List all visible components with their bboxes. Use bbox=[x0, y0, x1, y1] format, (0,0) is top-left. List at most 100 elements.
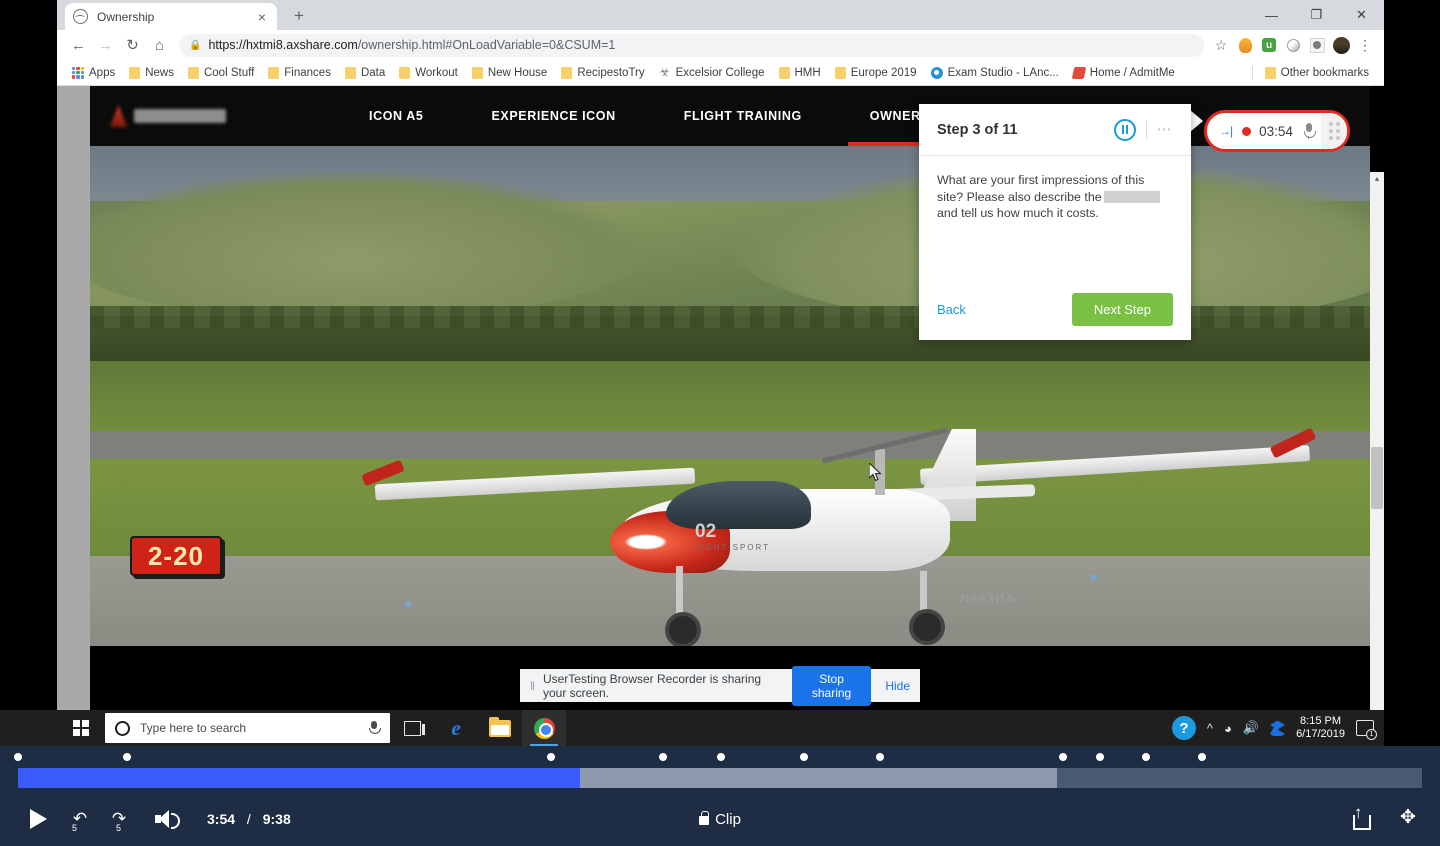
timeline-marker[interactable] bbox=[547, 753, 555, 761]
bookmark-label: Cool Stuff bbox=[204, 67, 254, 79]
drag-handle-icon[interactable] bbox=[1321, 113, 1347, 149]
address-bar[interactable]: 🔒 https://hxtmi8.axshare.com/ownership.h… bbox=[179, 34, 1204, 57]
help-question-icon[interactable]: ? bbox=[1172, 716, 1196, 740]
extension-square-icon[interactable] bbox=[1306, 34, 1328, 56]
volume-icon[interactable]: 🔊 bbox=[1243, 720, 1259, 736]
bookmark-data[interactable]: Data bbox=[338, 67, 392, 79]
bookmark-news[interactable]: News bbox=[122, 67, 181, 79]
home-icon[interactable]: ⌂ bbox=[146, 32, 173, 59]
bookmark-europe-2019[interactable]: Europe 2019 bbox=[828, 67, 924, 79]
microphone-icon[interactable] bbox=[1302, 123, 1316, 139]
timeline-marker[interactable] bbox=[876, 753, 884, 761]
timeline-marker[interactable] bbox=[659, 753, 667, 761]
timeline-marker[interactable] bbox=[123, 753, 131, 761]
back-icon[interactable]: ← bbox=[65, 32, 92, 59]
hero-hotspot-dot[interactable] bbox=[405, 601, 412, 608]
extension-ublock-icon[interactable]: u bbox=[1258, 34, 1280, 56]
timeline-marker[interactable] bbox=[1142, 753, 1150, 761]
timeline-marker[interactable] bbox=[1198, 753, 1206, 761]
aircraft-class-label: LIGHT SPORT bbox=[695, 543, 770, 552]
nav-link-flight-training[interactable]: FLIGHT TRAINING bbox=[650, 86, 836, 146]
bookmark-excelsior-college[interactable]: ☣ Excelsior College bbox=[652, 67, 772, 79]
new-tab-button[interactable]: + bbox=[287, 5, 311, 27]
apps-grid-icon bbox=[72, 67, 84, 79]
hide-button[interactable]: Hide bbox=[885, 679, 910, 693]
back-button[interactable]: Back bbox=[937, 302, 966, 317]
bookmark-apps[interactable]: Apps bbox=[65, 67, 122, 79]
timeline-scrubber[interactable] bbox=[18, 768, 1422, 788]
page-scrollbar[interactable]: ▲ ▼ bbox=[1370, 172, 1384, 710]
next-step-button[interactable]: Next Step bbox=[1072, 293, 1173, 326]
video-frame[interactable]: Ownership × + — ❐ ✕ ← → ↻ ⌂ 🔒 https://hx… bbox=[0, 0, 1440, 746]
scrollbar-thumb[interactable] bbox=[1371, 447, 1383, 509]
forward-icon[interactable]: → bbox=[92, 32, 119, 59]
bookmark-workout[interactable]: Workout bbox=[392, 67, 465, 79]
task-view-button[interactable] bbox=[390, 710, 434, 746]
timeline-marker[interactable] bbox=[14, 753, 22, 761]
tab-title: Ownership bbox=[97, 10, 255, 24]
bookmark-label: Excelsior College bbox=[676, 67, 765, 79]
other-bookmarks[interactable]: Other bookmarks bbox=[1258, 67, 1376, 79]
bookmark-exam-studio[interactable]: Exam Studio - LAnc... bbox=[924, 67, 1066, 79]
taskbar-clock[interactable]: 8:15 PM 6/17/2019 bbox=[1296, 715, 1345, 741]
fullscreen-icon[interactable]: ✥ bbox=[1400, 808, 1422, 830]
system-tray: ? ^ ◕ 🔊 8:15 PM 6/17/2019 1 bbox=[1172, 715, 1384, 741]
close-icon[interactable]: × bbox=[255, 10, 269, 24]
drag-handle-icon[interactable]: ‖ bbox=[530, 679, 533, 693]
taskbar-app-edge[interactable]: e bbox=[434, 710, 478, 746]
mouse-cursor-icon bbox=[869, 463, 883, 482]
taskbar-search-input[interactable]: Type here to search bbox=[105, 713, 390, 743]
video-player-controls: ↶ 5 ↷ 5 3:54 / 9:38 Clip ✥ bbox=[0, 746, 1440, 846]
extension-flame-icon[interactable] bbox=[1234, 34, 1256, 56]
timeline-marker[interactable] bbox=[1096, 753, 1104, 761]
action-center-icon[interactable]: 1 bbox=[1356, 720, 1374, 736]
taskbar-app-chrome[interactable] bbox=[522, 710, 566, 746]
exam-studio-icon bbox=[931, 67, 943, 79]
timeline-marker[interactable] bbox=[800, 753, 808, 761]
reload-icon[interactable]: ↻ bbox=[119, 32, 146, 59]
divider bbox=[1146, 121, 1147, 139]
timeline-marker[interactable] bbox=[1059, 753, 1067, 761]
stop-sharing-button[interactable]: Stop sharing bbox=[792, 666, 872, 706]
pause-icon[interactable] bbox=[1114, 119, 1136, 141]
microphone-icon[interactable] bbox=[368, 721, 380, 736]
bookmark-label: Exam Studio - LAnc... bbox=[948, 67, 1059, 79]
recorder-pill[interactable]: →| 03:54 bbox=[1204, 110, 1350, 152]
bookmark-label: RecipestoTry bbox=[577, 67, 644, 79]
bookmark-recipes-to-try[interactable]: RecipestoTry bbox=[554, 67, 651, 79]
bookmark-finances[interactable]: Finances bbox=[261, 67, 338, 79]
taskbar-app-file-explorer[interactable] bbox=[478, 710, 522, 746]
chrome-menu-icon[interactable]: ⋮ bbox=[1354, 34, 1376, 56]
profile-avatar[interactable] bbox=[1330, 34, 1352, 56]
show-hidden-icons-icon[interactable]: ^ bbox=[1207, 721, 1213, 736]
nav-link-experience-icon[interactable]: EXPERIENCE ICON bbox=[457, 86, 649, 146]
timeline-marker[interactable] bbox=[717, 753, 725, 761]
dropbox-icon[interactable] bbox=[1270, 721, 1285, 736]
bookmark-home-admitme[interactable]: Home / AdmitMe bbox=[1066, 67, 1182, 79]
extension-circle-icon[interactable] bbox=[1282, 34, 1304, 56]
more-options-icon[interactable]: ⋯ bbox=[1157, 126, 1174, 134]
minimize-button[interactable]: — bbox=[1249, 0, 1294, 30]
scroll-up-icon[interactable]: ▲ bbox=[1370, 172, 1384, 186]
start-button[interactable] bbox=[57, 710, 105, 746]
main-gear bbox=[920, 571, 927, 615]
close-window-button[interactable]: ✕ bbox=[1339, 0, 1384, 30]
file-explorer-icon bbox=[489, 720, 511, 737]
nav-link-icon-a5[interactable]: ICON A5 bbox=[335, 86, 457, 146]
bookmark-label: HMH bbox=[795, 67, 821, 79]
browser-toolbar: ← → ↻ ⌂ 🔒 https://hxtmi8.axshare.com/own… bbox=[57, 30, 1384, 60]
runway-sign: 2-20 bbox=[130, 536, 222, 576]
collapse-right-icon[interactable]: →| bbox=[1219, 124, 1232, 138]
url-path: /ownership.html#OnLoadVariable=0&CSUM=1 bbox=[358, 38, 616, 52]
maximize-button[interactable]: ❐ bbox=[1294, 0, 1339, 30]
browser-tab[interactable]: Ownership × bbox=[65, 3, 277, 30]
site-logo[interactable] bbox=[110, 103, 240, 129]
wifi-icon[interactable]: ◕ bbox=[1224, 721, 1232, 736]
bookmark-hmh[interactable]: HMH bbox=[772, 67, 828, 79]
bookmark-cool-stuff[interactable]: Cool Stuff bbox=[181, 67, 261, 79]
bookmark-star-icon[interactable]: ☆ bbox=[1210, 34, 1232, 56]
share-icon[interactable] bbox=[1350, 808, 1370, 830]
tail-number: N663BA bbox=[960, 591, 1016, 606]
chrome-icon bbox=[534, 718, 555, 739]
bookmark-new-house[interactable]: New House bbox=[465, 67, 554, 79]
